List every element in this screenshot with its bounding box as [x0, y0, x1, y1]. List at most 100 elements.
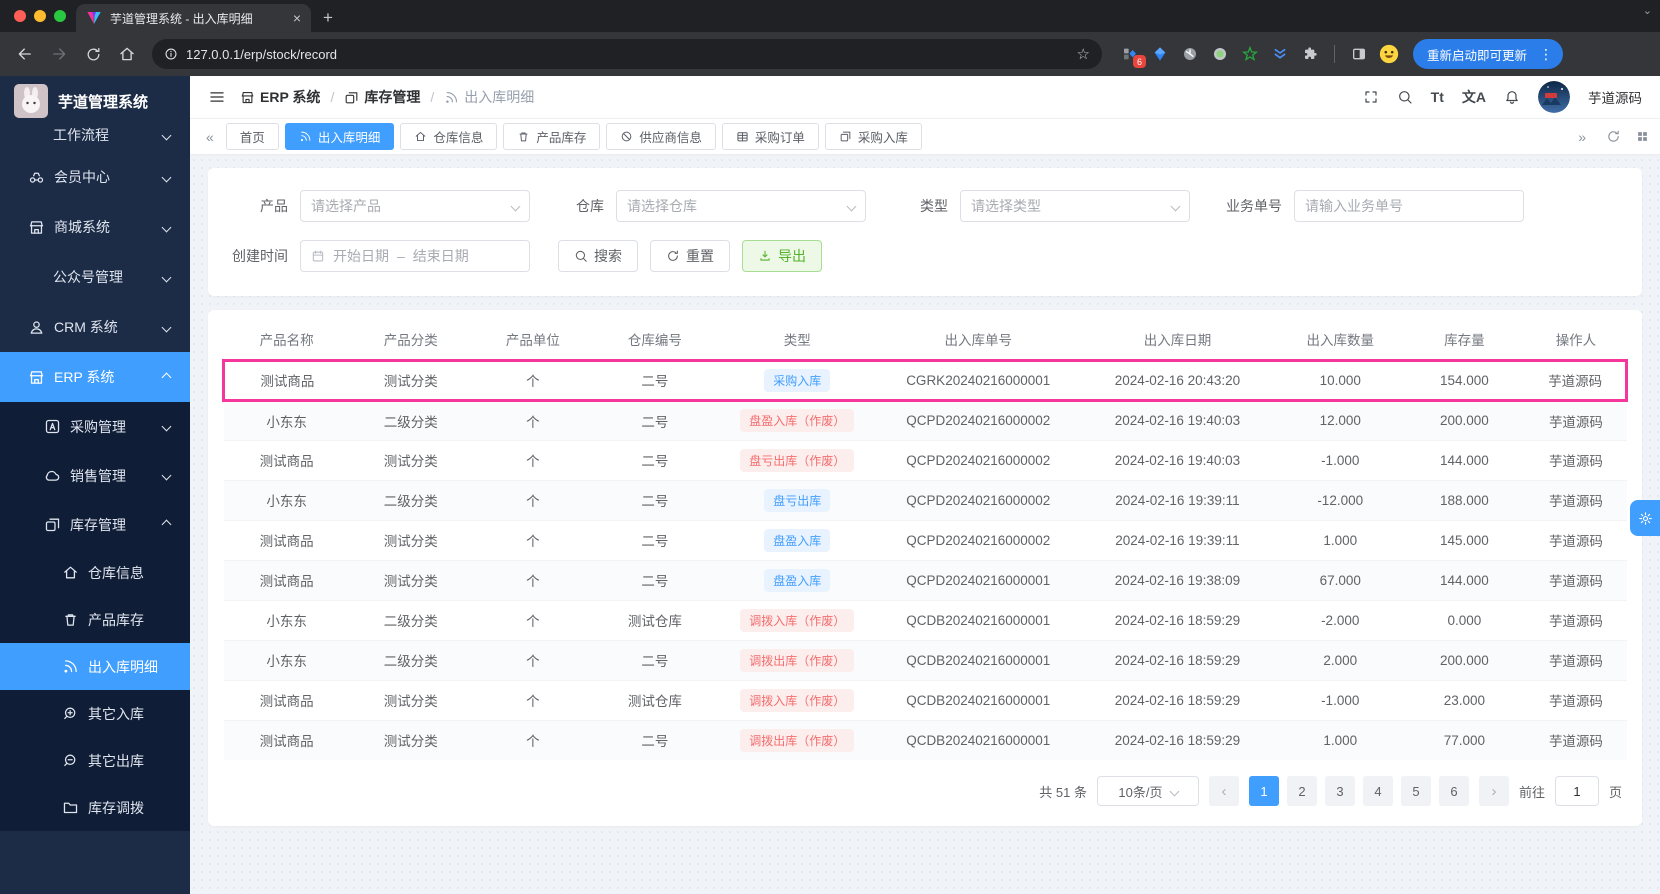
- maximize-window-button[interactable]: [54, 10, 66, 22]
- download-icon: [760, 250, 770, 261]
- page-button-1[interactable]: 1: [1248, 776, 1279, 806]
- sidebar-item-mp[interactable]: 公众号管理: [0, 252, 190, 302]
- new-tab-button[interactable]: +: [323, 8, 333, 28]
- extension-double-chevron-icon[interactable]: [1270, 44, 1290, 64]
- extension-kite-icon[interactable]: [1150, 44, 1170, 64]
- notifications-bell-icon[interactable]: [1504, 89, 1520, 105]
- bookmark-star-icon[interactable]: ☆: [1077, 45, 1090, 63]
- storefront-icon: [29, 370, 44, 384]
- extension-green-dot-icon[interactable]: [1210, 44, 1230, 64]
- home-icon: [64, 566, 77, 579]
- tags-scroll-left-icon[interactable]: «: [200, 129, 220, 145]
- tab-warehouse-info[interactable]: 仓库信息: [400, 123, 498, 150]
- breadcrumb-item-inventory[interactable]: 库存管理: [344, 87, 420, 107]
- extension-tag-manager-icon[interactable]: 6: [1120, 44, 1146, 68]
- profile-avatar-icon[interactable]: [1379, 44, 1399, 64]
- breadcrumb-item-record[interactable]: 出入库明细: [444, 87, 534, 107]
- extension-pinwheel-icon[interactable]: [1180, 44, 1200, 64]
- tab-supplier[interactable]: 供应商信息: [606, 123, 716, 150]
- search-button[interactable]: 搜索: [558, 240, 638, 272]
- prev-page-button[interactable]: ‹: [1208, 776, 1239, 806]
- close-tab-icon[interactable]: ×: [293, 10, 301, 26]
- sidebar-item-mall[interactable]: 商城系统: [0, 202, 190, 252]
- chevron-down-icon: [161, 222, 172, 232]
- sidebar-item-crm[interactable]: CRM 系统: [0, 302, 190, 352]
- app-frame: 芋道管理系统 工作流程 会员中心 商城系统 公众号管理 CRM 系统 ERP 系统 采购管理…: [0, 76, 1660, 894]
- browser-update-button[interactable]: 重新启动即可更新 ⋮: [1413, 39, 1564, 69]
- refresh-icon: [668, 250, 678, 261]
- type-cell: 采购入库: [715, 358, 879, 402]
- date-range-picker[interactable]: 开始日期 – 结束日期: [300, 240, 530, 272]
- side-panel-icon[interactable]: [1349, 44, 1369, 64]
- page-button-2[interactable]: 2: [1286, 776, 1317, 806]
- reload-button[interactable]: [78, 39, 108, 69]
- chevron-down-icon: [161, 322, 172, 332]
- fullscreen-icon[interactable]: [1363, 89, 1379, 105]
- sidebar-item-other-out[interactable]: 其它出库: [0, 737, 190, 784]
- goto-page-input[interactable]: [1554, 776, 1599, 806]
- product-select[interactable]: [300, 190, 530, 222]
- user-name[interactable]: 芋道源码: [1588, 87, 1642, 107]
- sidebar-logo-row[interactable]: 芋道管理系统: [0, 76, 190, 124]
- extensions-puzzle-icon[interactable]: [1300, 44, 1320, 64]
- page-button-5[interactable]: 5: [1400, 776, 1431, 806]
- page-size-select[interactable]: 10条/页: [1096, 776, 1199, 806]
- breadcrumb-item-erp[interactable]: ERP 系统: [240, 87, 320, 107]
- export-button[interactable]: 导出: [742, 240, 822, 272]
- sidebar-item-member[interactable]: 会员中心: [0, 152, 190, 202]
- sidebar-item-product-stock[interactable]: 产品库存: [0, 596, 190, 643]
- tab-purchase-order[interactable]: 采购订单: [721, 123, 819, 150]
- sidebar-item-erp[interactable]: ERP 系统: [0, 352, 190, 402]
- type-select-input[interactable]: [971, 198, 1166, 214]
- bizno-input[interactable]: [1305, 198, 1513, 214]
- sidebar-item-stock[interactable]: 库存管理: [0, 500, 190, 549]
- browser-home-button[interactable]: [112, 39, 142, 69]
- tab-home[interactable]: 首页: [225, 123, 279, 150]
- back-button[interactable]: [10, 39, 40, 69]
- settings-float-button[interactable]: [1630, 500, 1660, 536]
- minimize-window-button[interactable]: [34, 10, 46, 22]
- sidebar-item-purchase[interactable]: 采购管理: [0, 402, 190, 451]
- tab-product-stock[interactable]: 产品库存: [503, 123, 601, 150]
- record-table-panel: 产品名称 产品分类 产品单位 仓库编号 类型 出入库单号 出入库日期 出入库数量 库存量 操作人 …: [208, 310, 1642, 826]
- next-page-button[interactable]: ›: [1478, 776, 1509, 806]
- translate-icon[interactable]: 文A: [1462, 87, 1486, 107]
- url-bar[interactable]: 127.0.0.1/erp/stock/record ☆: [152, 39, 1102, 69]
- reset-button[interactable]: 重置: [650, 240, 730, 272]
- search-icon: [1398, 91, 1412, 104]
- sidebar-item-stock-move[interactable]: 库存调拨: [0, 784, 190, 831]
- warehouse-select-input[interactable]: [627, 198, 842, 214]
- browser-tab[interactable]: 芋道管理系统 - 出入库明细 ×: [76, 4, 311, 32]
- sidebar-item-workflow[interactable]: 工作流程: [0, 118, 190, 152]
- refresh-page-icon[interactable]: [1606, 129, 1621, 144]
- sidebar-item-warehouse-info[interactable]: 仓库信息: [0, 549, 190, 596]
- tags-menu-icon[interactable]: [1635, 129, 1650, 144]
- collapse-sidebar-icon[interactable]: [208, 88, 226, 106]
- forward-button[interactable]: [44, 39, 74, 69]
- cell: 个: [526, 494, 540, 509]
- tags-scroll-right-icon[interactable]: »: [1572, 129, 1592, 145]
- bizno-input-wrap[interactable]: [1294, 190, 1524, 222]
- sidebar-item-other-in[interactable]: 其它入库: [0, 690, 190, 737]
- close-window-button[interactable]: [14, 10, 26, 22]
- user-avatar[interactable]: [1538, 81, 1570, 113]
- type-select[interactable]: [960, 190, 1190, 222]
- sidebar-item-stock-record[interactable]: 出入库明细: [0, 643, 190, 690]
- page-button-3[interactable]: 3: [1324, 776, 1355, 806]
- browser-menu-icon[interactable]: ⋮: [1535, 46, 1557, 63]
- sidebar-item-sales[interactable]: 销售管理: [0, 451, 190, 500]
- tab-strip-caret-icon[interactable]: ⌄: [1643, 4, 1652, 17]
- search-icon[interactable]: [1397, 89, 1413, 105]
- font-size-icon[interactable]: Tt: [1431, 89, 1444, 105]
- tab-purchase-in[interactable]: 采购入库: [824, 123, 922, 150]
- page-button-4[interactable]: 4: [1362, 776, 1393, 806]
- warehouse-select[interactable]: [616, 190, 866, 222]
- breadcrumb-separator: /: [330, 89, 335, 105]
- extension-star-icon[interactable]: [1240, 44, 1260, 64]
- cell: 个: [526, 654, 540, 669]
- product-select-input[interactable]: [311, 198, 506, 214]
- tab-stock-record[interactable]: 出入库明细: [284, 123, 395, 150]
- download-icon: [758, 249, 772, 263]
- site-info-icon[interactable]: [164, 47, 178, 61]
- page-button-6[interactable]: 6: [1438, 776, 1469, 806]
